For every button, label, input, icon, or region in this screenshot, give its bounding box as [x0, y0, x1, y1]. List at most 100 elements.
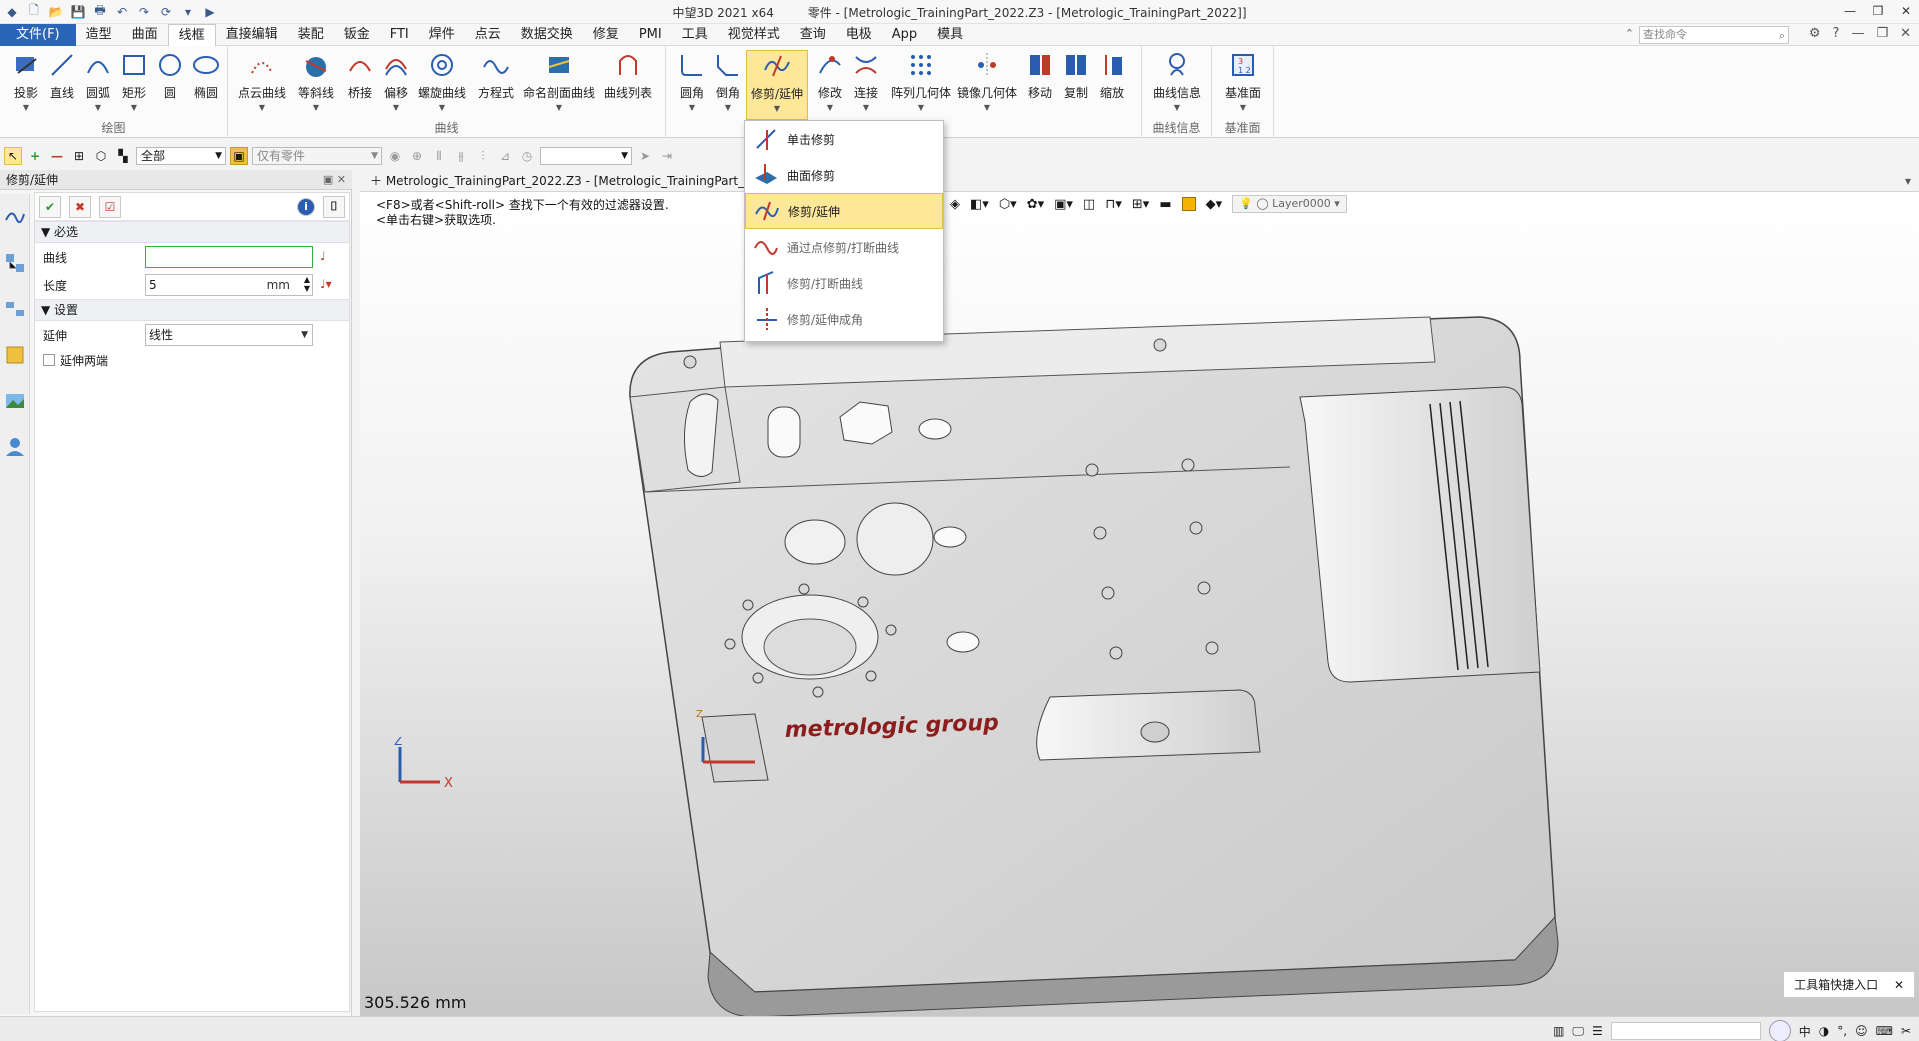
menu-item-active[interactable]: 线框 — [167, 23, 216, 46]
info-icon[interactable]: i — [297, 197, 315, 216]
add-icon[interactable]: + — [26, 147, 44, 165]
pin-icon[interactable]: ⊿ — [496, 147, 514, 165]
settings-section-header[interactable]: ▼ 设置 — [35, 299, 349, 321]
collapse-ribbon-icon[interactable]: ⌃ — [1625, 27, 1634, 40]
pattern-geometry-button[interactable]: 阵列几何体 ▼ — [890, 50, 952, 120]
modify-button[interactable]: 修改 ▼ — [812, 50, 848, 120]
search-icon[interactable]: ⌕ — [1779, 28, 1785, 44]
close-icon[interactable]: ✕ — [1894, 978, 1904, 992]
restore-icon[interactable]: ❐ — [1869, 2, 1887, 20]
arc-button[interactable]: 圆弧 ▼ — [80, 50, 116, 120]
extend-both-checkbox[interactable]: 延伸两端 — [35, 349, 349, 371]
part-filter-select[interactable]: 仅有零件 ▼ — [252, 147, 382, 165]
menu-item[interactable]: 钣金 — [334, 24, 380, 46]
join-button[interactable]: 连接 ▼ — [848, 50, 884, 120]
doc-restore-icon[interactable]: ❐ — [1876, 26, 1888, 41]
line-button[interactable]: 直线 — [44, 50, 80, 120]
emoji-icon[interactable]: ☺ — [1855, 1024, 1868, 1038]
assembly-tree-icon[interactable] — [0, 286, 30, 332]
doc-close-icon[interactable]: ✕ — [1900, 26, 1911, 41]
list-view-icon[interactable]: ☰ — [1592, 1024, 1603, 1038]
filter-select[interactable]: 全部 ▼ — [136, 147, 226, 165]
menu-item[interactable]: App — [882, 24, 927, 46]
helix-button[interactable]: 螺旋曲线 ▼ — [414, 50, 470, 120]
monitor-icon[interactable]: 🖵 — [1572, 1024, 1584, 1039]
curve-list-button[interactable]: 曲线列表 — [600, 50, 656, 120]
filter-icon[interactable]: ▚ — [114, 147, 132, 165]
3d-viewport[interactable]: <F8>或者<Shift-roll> 查找下一个有效的过滤器设置. <单击右键>… — [360, 192, 1919, 1016]
select-region-icon[interactable]: ⬡ — [92, 147, 110, 165]
cancel-button[interactable]: ✖ — [69, 195, 91, 218]
redo-icon[interactable]: ↷ — [136, 4, 152, 20]
menu-item[interactable]: 造型 — [76, 24, 122, 46]
extend-select[interactable]: 线性 ▼ — [145, 324, 313, 346]
dropdown-item-single-trim[interactable]: 单击修剪 — [745, 121, 943, 157]
align-center-icon[interactable]: ⫵ — [452, 147, 470, 165]
menu-item[interactable]: 修复 — [583, 24, 629, 46]
datum-plane-button[interactable]: 31 2 基准面 ▼ — [1218, 50, 1268, 120]
doc-minimize-icon[interactable]: — — [1851, 26, 1864, 41]
isocline-button[interactable]: 等斜线 ▼ — [294, 50, 338, 120]
mascot-avatar[interactable] — [1768, 1020, 1791, 1041]
menu-item[interactable]: 视觉样式 — [718, 24, 790, 46]
ime-chinese-icon[interactable]: 中 — [1799, 1023, 1811, 1040]
panel-close-icon[interactable]: ✕ — [337, 173, 346, 186]
select-pointer-icon[interactable]: ↖ — [4, 147, 22, 165]
close-icon[interactable]: ✕ — [1897, 2, 1915, 20]
history-select[interactable]: ▼ — [540, 147, 632, 165]
select-box-icon[interactable]: ⊞ — [70, 147, 88, 165]
menu-item[interactable]: 数据交换 — [511, 24, 583, 46]
copy-button[interactable]: 复制 — [1058, 50, 1094, 120]
dropdown-item-trim-break[interactable]: 修剪/打断曲线 — [745, 265, 943, 301]
status-input[interactable] — [1610, 1022, 1761, 1040]
mirror-geometry-button[interactable]: 镜像几何体 ▼ — [956, 50, 1018, 120]
circle-button[interactable]: 圆 — [152, 50, 188, 120]
align-left-icon[interactable]: ⫴ — [430, 147, 448, 165]
keyboard-icon[interactable]: ⌨ — [1876, 1024, 1893, 1038]
history-tree-icon[interactable] — [0, 240, 30, 286]
panel-toggle-icon[interactable]: ▥ — [1553, 1024, 1564, 1038]
ok-button[interactable]: ✔ — [39, 195, 61, 218]
move-button[interactable]: 移动 — [1022, 50, 1058, 120]
trim-extend-tool-icon[interactable] — [0, 194, 30, 240]
point-cloud-curve-button[interactable]: 点云曲线 ▼ — [234, 50, 290, 120]
tools-icon[interactable]: ✂ — [1901, 1024, 1911, 1038]
equation-button[interactable]: 方程式 — [474, 50, 518, 120]
ime-mode-icon[interactable]: ◑ — [1819, 1024, 1829, 1038]
length-stepper[interactable]: ▲ ▼ — [304, 275, 310, 293]
required-section-header[interactable]: ▼ 必选 — [35, 221, 349, 243]
user-icon[interactable] — [0, 424, 30, 470]
menu-item[interactable]: 直接编辑 — [216, 24, 288, 46]
history-icon[interactable]: ◷ — [518, 147, 536, 165]
fillet-button[interactable]: 圆角 ▼ — [674, 50, 710, 120]
grid-snap-icon[interactable]: ⊕ — [408, 147, 426, 165]
length-input[interactable]: 5 mm ▲ ▼ — [145, 274, 313, 296]
part-library-icon[interactable] — [0, 332, 30, 378]
chamfer-button[interactable]: 倒角 ▼ — [710, 50, 746, 120]
menu-item[interactable]: 工具 — [672, 24, 718, 46]
toolbox-shortcut-popup[interactable]: 工具箱快捷入口 ✕ — [1783, 971, 1915, 998]
new-file-icon[interactable]: 🗋 — [26, 3, 42, 20]
bridge-button[interactable]: 桥接 — [342, 50, 378, 120]
ime-punct-icon[interactable]: °, — [1837, 1024, 1847, 1038]
dropdown-item-surface-trim[interactable]: 曲面修剪 — [745, 157, 943, 193]
menu-item[interactable]: FTI — [380, 24, 419, 46]
help-panel-icon[interactable]: ⌷ — [323, 195, 345, 218]
command-search-input[interactable]: 查找命令 ⌕ — [1639, 26, 1789, 44]
document-tab[interactable]: ＋ Metrologic_TrainingPart_2022.Z3 - [Met… — [370, 170, 779, 192]
tab-list-icon[interactable]: ▾ — [1905, 170, 1911, 192]
play-icon[interactable]: ▶ — [202, 4, 218, 20]
menu-item[interactable]: 模具 — [927, 24, 973, 46]
dropdown-item-trim-extend[interactable]: 修剪/延伸 — [745, 193, 943, 229]
step-icon[interactable]: ⇥ — [658, 147, 676, 165]
menu-item[interactable]: 装配 — [288, 24, 334, 46]
image-library-icon[interactable] — [0, 378, 30, 424]
menu-item[interactable]: 电极 — [836, 24, 882, 46]
mic-icon[interactable]: ♩ — [320, 249, 326, 263]
part-filter-icon[interactable]: ▣ — [230, 147, 248, 165]
menu-item[interactable]: 查询 — [790, 24, 836, 46]
panel-restore-icon[interactable]: ▣ — [323, 173, 333, 186]
cursor-icon[interactable]: ➤ — [636, 147, 654, 165]
menu-item[interactable]: 点云 — [465, 24, 511, 46]
checkbox-box[interactable] — [43, 354, 55, 366]
